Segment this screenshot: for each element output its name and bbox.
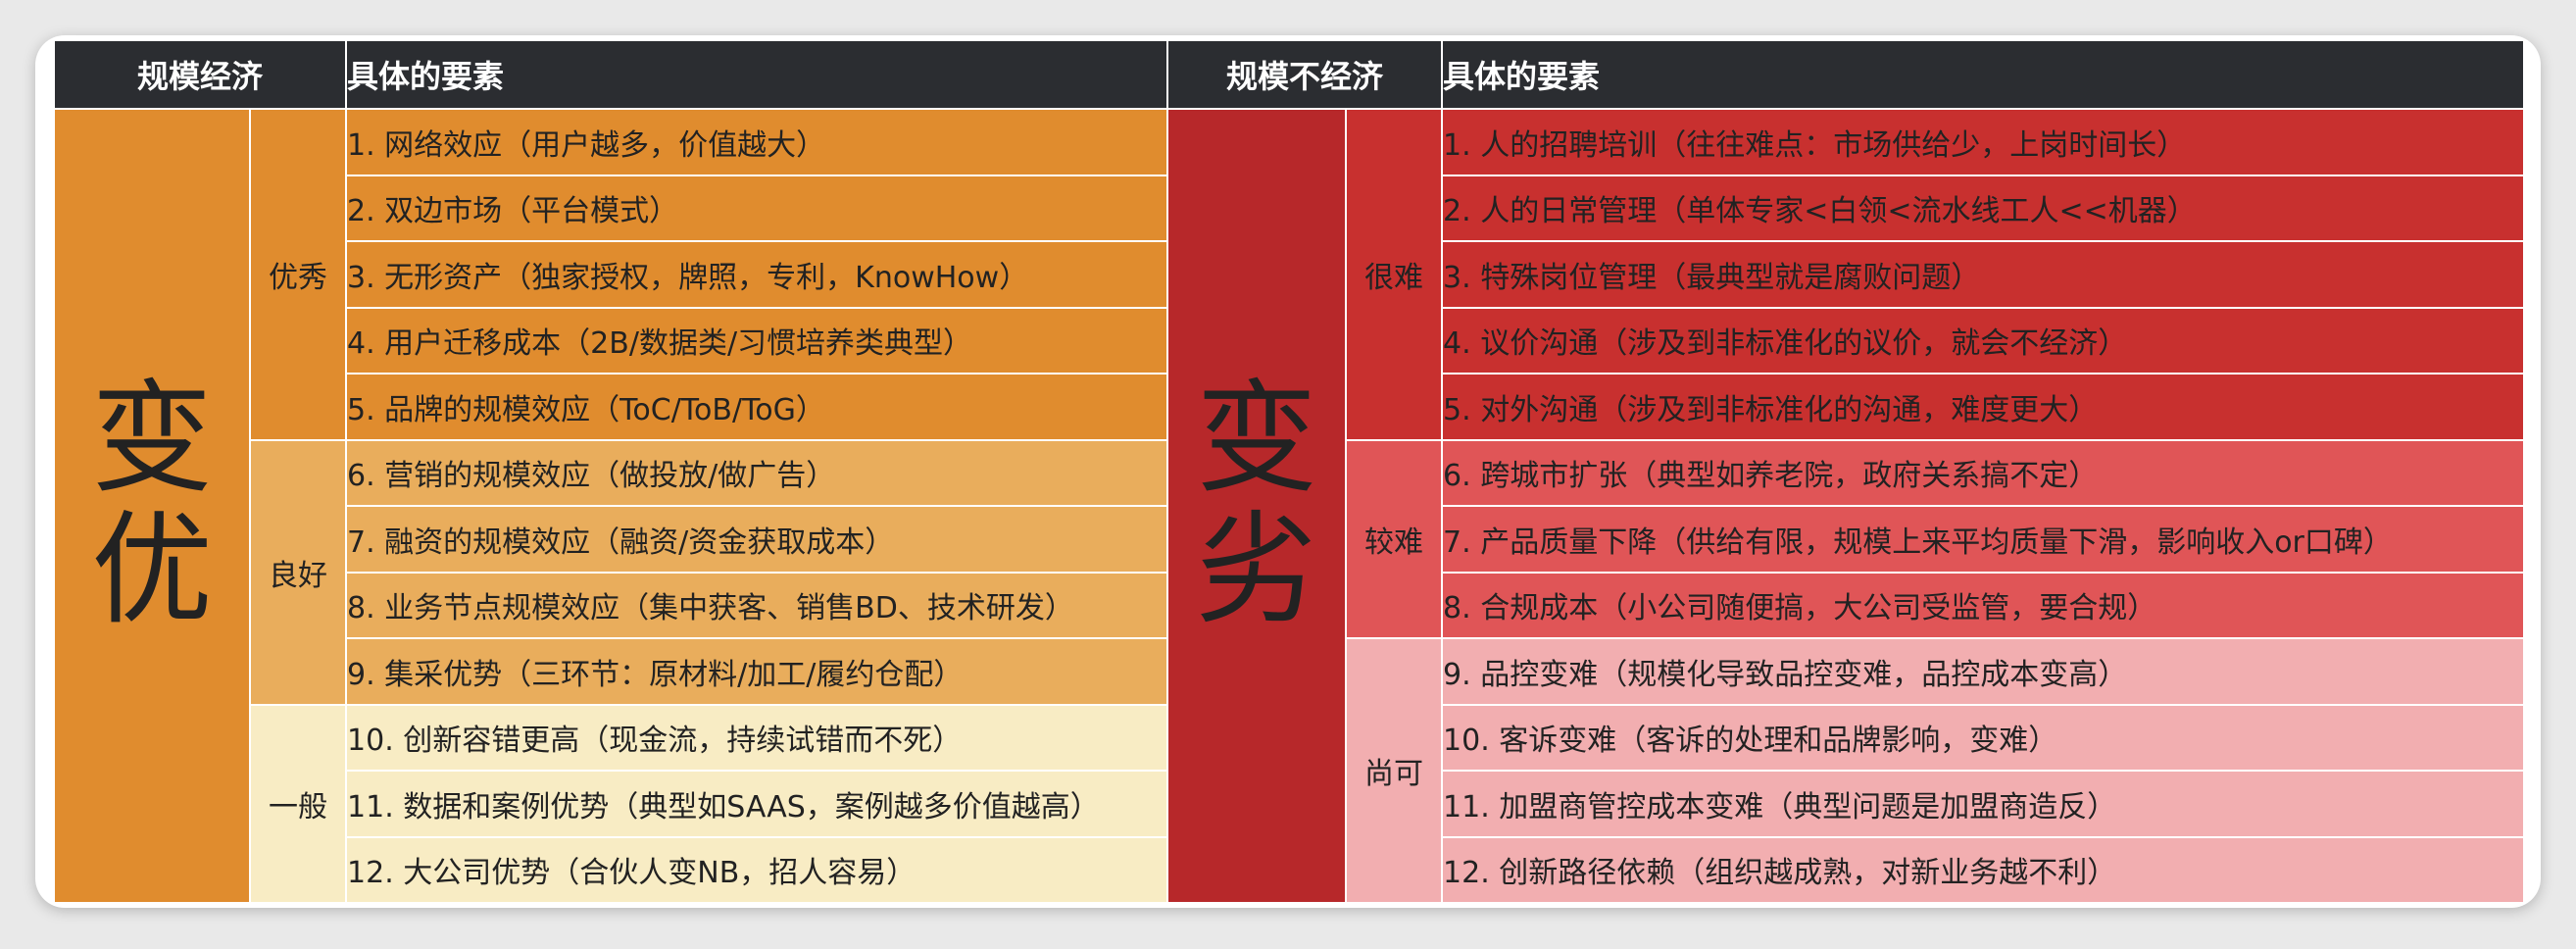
right-group-label-hard: 较难 bbox=[1345, 438, 1444, 639]
table-header-row: 规模经济 具体的要素 规模不经济 具体的要素 bbox=[52, 39, 2526, 110]
right-item: 2. 人的日常管理（单体专家<白领<流水线工人<<机器） bbox=[1441, 174, 2526, 242]
left-header-items: 具体的要素 bbox=[345, 39, 1169, 110]
right-item: 4. 议价沟通（涉及到非标准化的议价，就会不经济） bbox=[1441, 306, 2526, 375]
right-item: 6. 跨城市扩张（典型如养老院，政府关系搞不定） bbox=[1441, 438, 2526, 507]
left-item: 11. 数据和案例优势（典型如SAAS，案例越多价值越高） bbox=[345, 770, 1169, 838]
right-item: 1. 人的招聘培训（往往难点：市场供给少，上岗时间长） bbox=[1441, 108, 2526, 176]
left-item: 2. 双边市场（平台模式） bbox=[345, 174, 1169, 242]
left-header-title: 规模经济 bbox=[52, 39, 348, 110]
right-big-char-1: 变 bbox=[1196, 369, 1318, 511]
right-group-label-ok: 尚可 bbox=[1345, 637, 1444, 904]
left-big-label: 变优 bbox=[53, 108, 251, 904]
left-item: 4. 用户迁移成本（2B/数据类/习惯培养类典型） bbox=[345, 306, 1169, 375]
right-item: 10. 客诉变难（客诉的处理和品牌影响，变难） bbox=[1441, 703, 2526, 772]
left-item: 7. 融资的规模效应（融资/资金获取成本） bbox=[345, 505, 1169, 574]
right-item: 12. 创新路径依赖（组织越成熟，对新业务越不利） bbox=[1441, 835, 2526, 904]
table-row: 变优 优秀 1. 网络效应（用户越多，价值越大） 变劣 很难 1. 人的招聘培训… bbox=[53, 108, 2526, 904]
right-item: 3. 特殊岗位管理（最典型就是腐败问题） bbox=[1441, 240, 2526, 309]
right-group-label-very-hard: 很难 bbox=[1345, 108, 1444, 441]
left-group-label-good: 良好 bbox=[248, 438, 348, 706]
right-header-items: 具体的要素 bbox=[1441, 39, 2526, 110]
left-item: 3. 无形资产（独家授权，牌照，专利，KnowHow） bbox=[345, 240, 1169, 309]
right-item: 9. 品控变难（规模化导致品控变难，品控成本变高） bbox=[1441, 637, 2526, 706]
left-group-label-normal: 一般 bbox=[248, 703, 348, 904]
left-item: 12. 大公司优势（合伙人变NB，招人容易） bbox=[345, 835, 1169, 904]
left-item: 10. 创新容错更高（现金流，持续试错而不死） bbox=[345, 703, 1169, 772]
left-item: 1. 网络效应（用户越多，价值越大） bbox=[345, 108, 1169, 176]
right-header-title: 规模不经济 bbox=[1166, 39, 1444, 110]
right-item: 7. 产品质量下降（供给有限，规模上来平均质量下滑，影响收入or口碑） bbox=[1441, 505, 2526, 574]
right-big-char-2: 劣 bbox=[1196, 500, 1318, 641]
right-item: 8. 合规成本（小公司随便搞，大公司受监管，要合规） bbox=[1441, 571, 2526, 639]
left-item: 8. 业务节点规模效应（集中获客、销售BD、技术研发） bbox=[345, 571, 1169, 639]
left-big-char-2: 优 bbox=[90, 500, 213, 641]
left-item: 9. 集采优势（三环节：原材料/加工/履约仓配） bbox=[345, 637, 1169, 706]
left-group-label-excellent: 优秀 bbox=[248, 108, 348, 441]
right-item: 11. 加盟商管控成本变难（典型问题是加盟商造反） bbox=[1441, 770, 2526, 838]
right-item: 5. 对外沟通（涉及到非标准化的沟通，难度更大） bbox=[1441, 373, 2526, 441]
left-item: 6. 营销的规模效应（做投放/做广告） bbox=[345, 438, 1169, 507]
right-big-label: 变劣 bbox=[1166, 108, 1348, 904]
scale-economy-table: 规模经济 具体的要素 规模不经济 具体的要素 变优 优秀 1. 网络效应（用户越… bbox=[52, 39, 2526, 904]
left-item: 5. 品牌的规模效应（ToC/ToB/ToG） bbox=[345, 373, 1169, 441]
left-big-char-1: 变 bbox=[90, 369, 213, 511]
